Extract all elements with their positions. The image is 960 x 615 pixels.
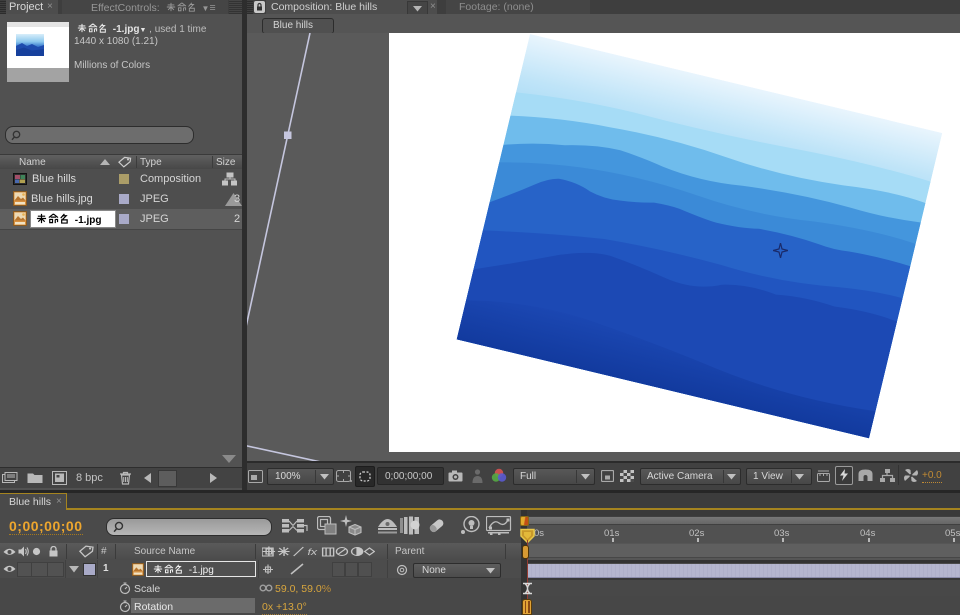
svg-text:fx: fx [307,548,317,557]
